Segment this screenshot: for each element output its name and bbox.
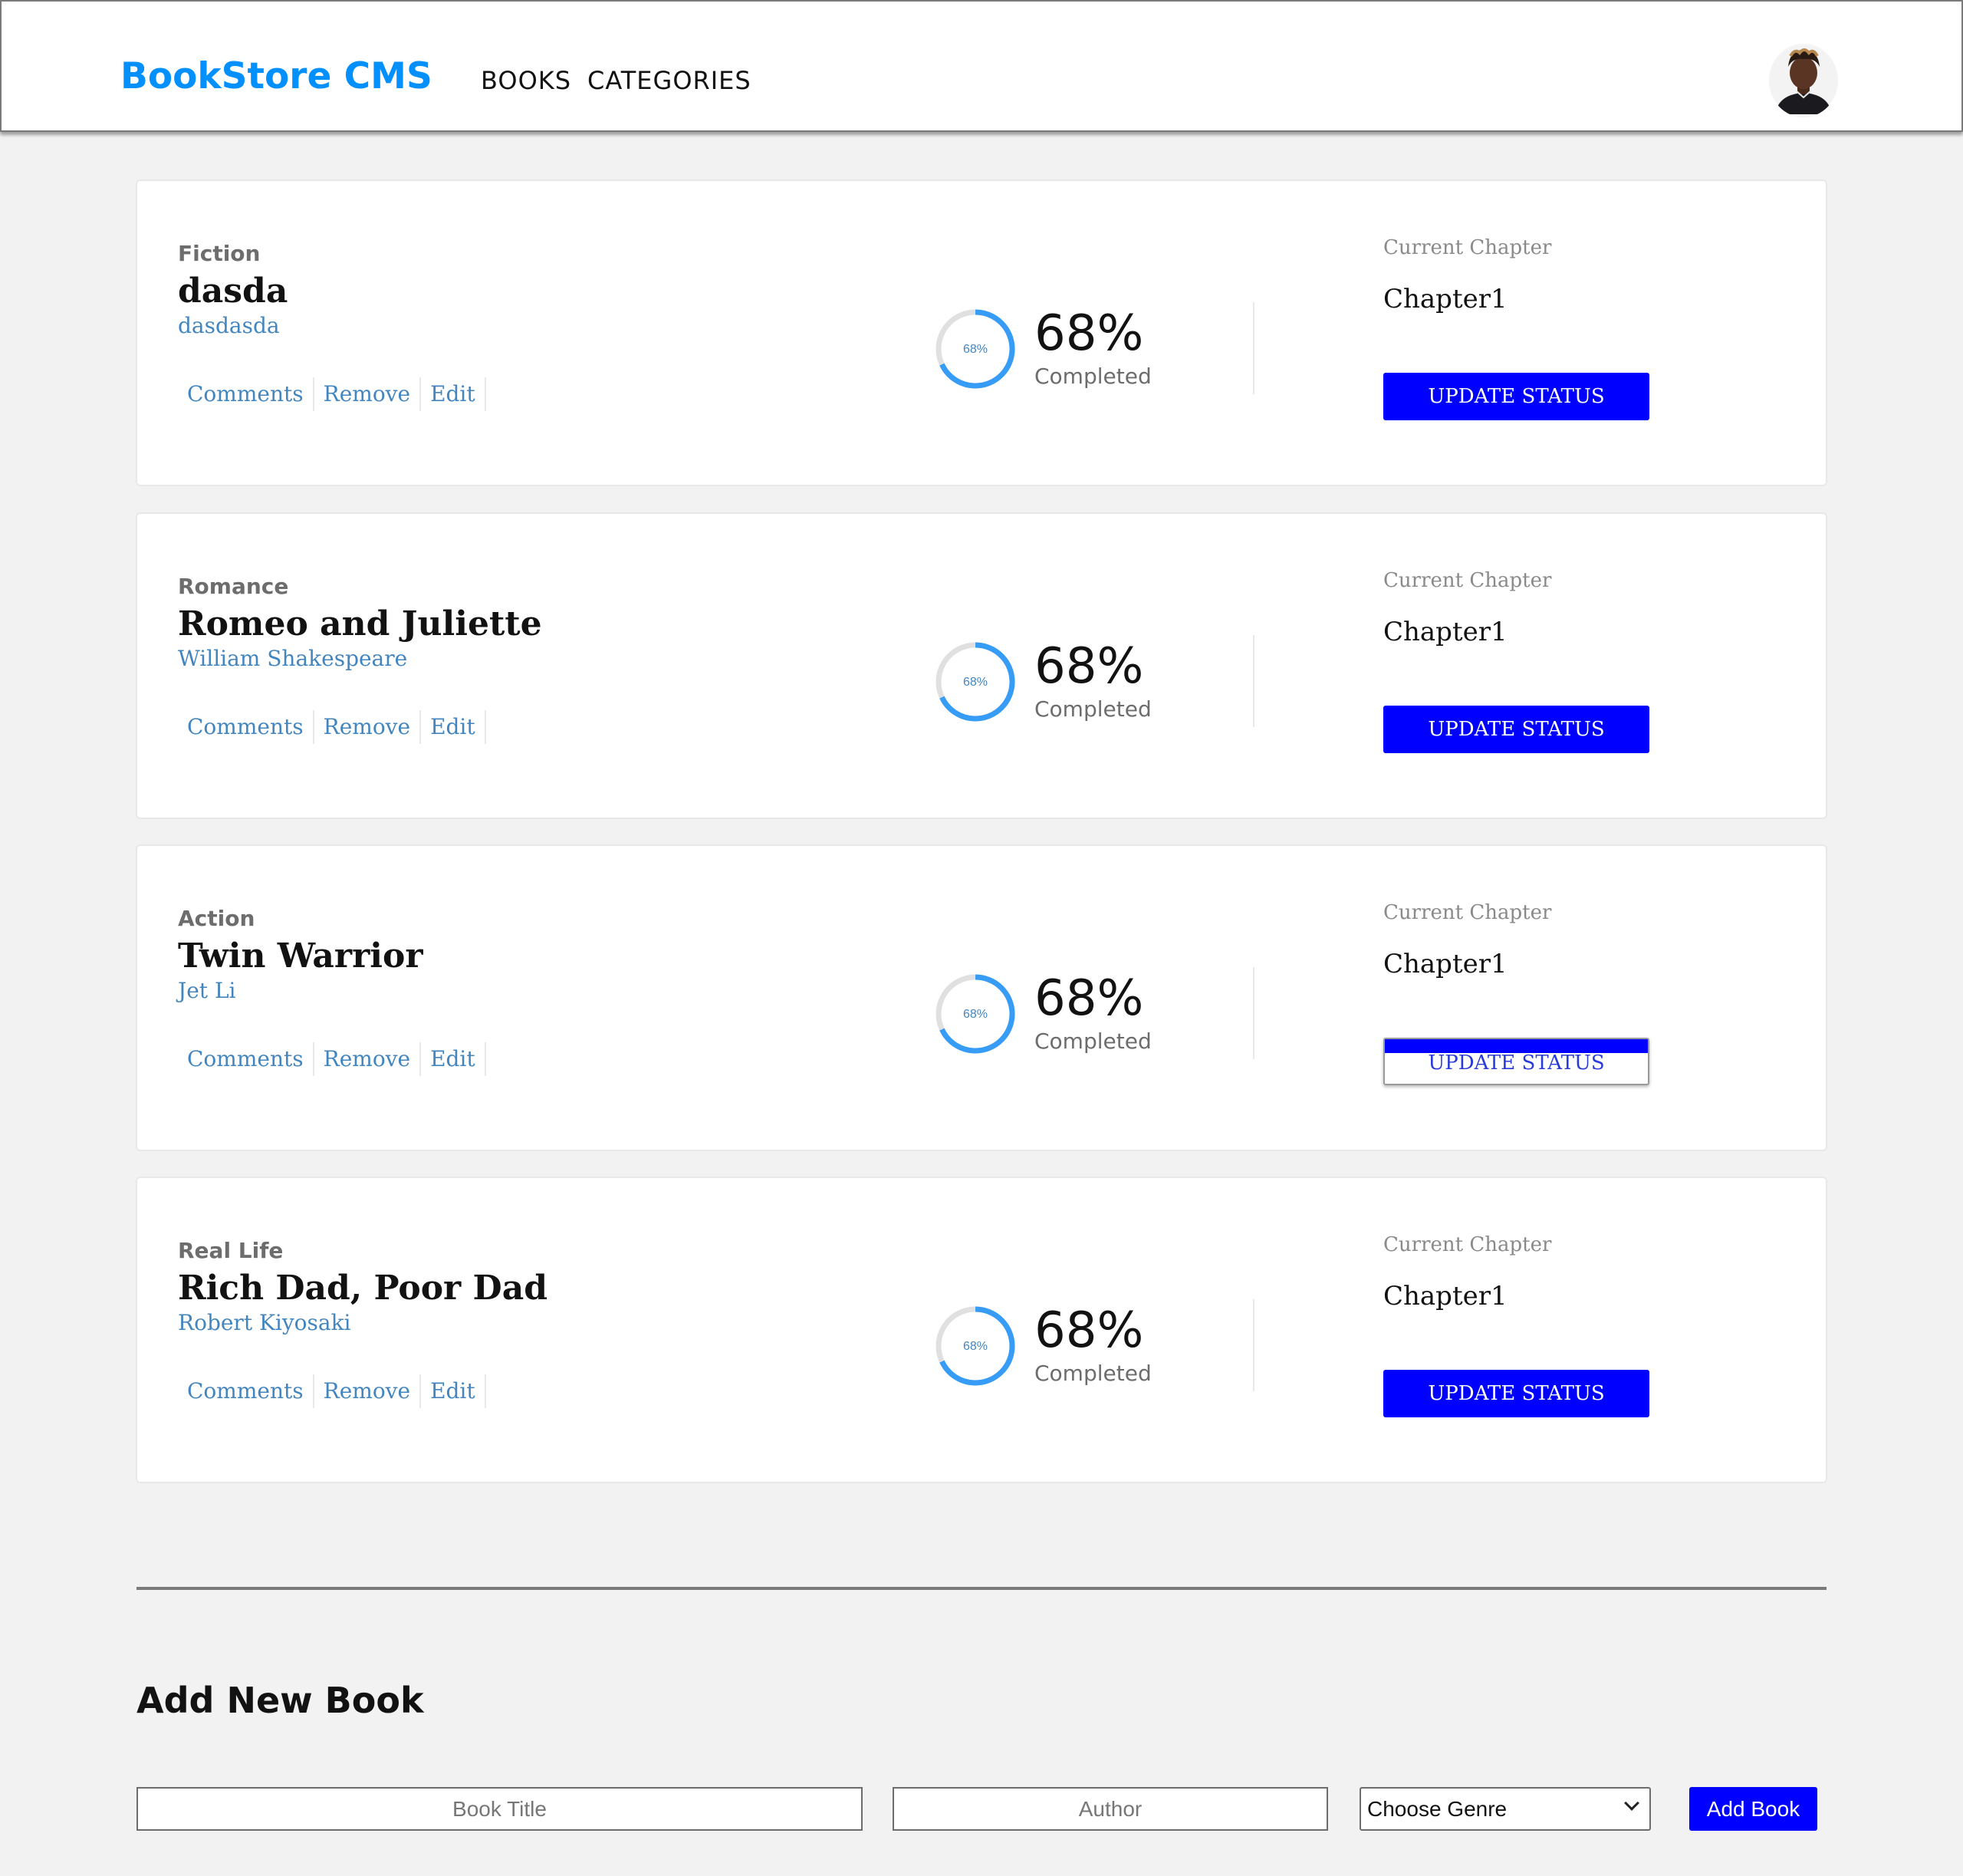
book-genre: Fiction xyxy=(178,241,261,266)
current-chapter-label: Current Chapter xyxy=(1383,901,1552,924)
current-chapter-label: Current Chapter xyxy=(1383,1233,1552,1256)
progress-ring: 68% xyxy=(935,309,1015,389)
book-author[interactable]: dasdasda xyxy=(178,313,280,338)
remove-button[interactable]: Remove xyxy=(314,1042,422,1076)
current-chapter-label: Current Chapter xyxy=(1383,236,1552,259)
nav-books-link[interactable]: BOOKS xyxy=(481,66,571,95)
book-title: Romeo and Juliette xyxy=(178,604,542,643)
remove-button[interactable]: Remove xyxy=(314,710,422,744)
book-genre: Romance xyxy=(178,574,289,599)
book-actions: Comments Remove Edit xyxy=(178,710,486,744)
app-logo[interactable]: BookStore CMS xyxy=(120,55,432,97)
current-chapter-value: Chapter1 xyxy=(1383,617,1508,647)
progress-ring-label: 68% xyxy=(963,676,988,689)
current-chapter-value: Chapter1 xyxy=(1383,949,1508,979)
current-chapter-value: Chapter1 xyxy=(1383,1281,1508,1312)
edit-button[interactable]: Edit xyxy=(421,1042,486,1076)
book-card: Action Twin Warrior Jet Li Comments Remo… xyxy=(136,844,1827,1151)
add-book-button[interactable]: Add Book xyxy=(1689,1787,1817,1831)
genre-select-value: Choose Genre xyxy=(1367,1797,1508,1821)
progress-ring: 68% xyxy=(935,974,1015,1054)
progress-ring-label: 68% xyxy=(963,1340,988,1353)
genre-select[interactable]: Choose Genre xyxy=(1360,1787,1651,1831)
card-divider xyxy=(1253,1299,1254,1391)
book-actions: Comments Remove Edit xyxy=(178,1374,486,1408)
comments-button[interactable]: Comments xyxy=(178,1374,314,1408)
progress-label: Completed xyxy=(1034,364,1152,389)
progress-label: Completed xyxy=(1034,696,1152,722)
author-input[interactable] xyxy=(893,1787,1328,1831)
book-genre: Action xyxy=(178,906,255,931)
book-title: Twin Warrior xyxy=(178,936,423,976)
book-title-input[interactable] xyxy=(136,1787,863,1831)
progress-ring-label: 68% xyxy=(963,1008,988,1021)
book-author[interactable]: Robert Kiyosaki xyxy=(178,1310,351,1335)
comments-button[interactable]: Comments xyxy=(178,1042,314,1076)
update-status-button[interactable]: UPDATE STATUS xyxy=(1383,373,1649,420)
book-title: Rich Dad, Poor Dad xyxy=(178,1269,547,1308)
edit-button[interactable]: Edit xyxy=(421,377,486,411)
remove-button[interactable]: Remove xyxy=(314,377,422,411)
remove-button[interactable]: Remove xyxy=(314,1374,422,1408)
card-divider xyxy=(1253,967,1254,1059)
book-title: dasda xyxy=(178,272,288,311)
book-actions: Comments Remove Edit xyxy=(178,1042,486,1076)
section-divider xyxy=(136,1587,1827,1590)
comments-button[interactable]: Comments xyxy=(178,377,314,411)
progress-ring-label: 68% xyxy=(963,343,988,356)
top-nav-bar: BookStore CMS BOOKS CATEGORIES xyxy=(0,0,1963,132)
progress-ring: 68% xyxy=(935,1306,1015,1386)
edit-button[interactable]: Edit xyxy=(421,710,486,744)
progress-label: Completed xyxy=(1034,1361,1152,1386)
current-chapter-label: Current Chapter xyxy=(1383,569,1552,592)
edit-button[interactable]: Edit xyxy=(421,1374,486,1408)
current-chapter-value: Chapter1 xyxy=(1383,284,1508,314)
book-author[interactable]: Jet Li xyxy=(178,978,236,1003)
add-book-heading: Add New Book xyxy=(136,1680,424,1721)
nav-categories-link[interactable]: CATEGORIES xyxy=(587,66,751,95)
progress-ring: 68% xyxy=(935,642,1015,722)
chevron-down-icon xyxy=(1624,1795,1639,1811)
book-card: Real Life Rich Dad, Poor Dad Robert Kiyo… xyxy=(136,1177,1827,1483)
progress-percent: 68% xyxy=(1034,638,1144,695)
progress-percent: 68% xyxy=(1034,305,1144,362)
progress-percent: 68% xyxy=(1034,1302,1144,1359)
book-actions: Comments Remove Edit xyxy=(178,377,486,411)
card-divider xyxy=(1253,302,1254,394)
update-status-button[interactable]: UPDATE STATUS xyxy=(1383,706,1649,753)
user-avatar-icon[interactable] xyxy=(1769,44,1838,117)
book-card: Romance Romeo and Juliette William Shake… xyxy=(136,512,1827,819)
book-card: Fiction dasda dasdasda Comments Remove E… xyxy=(136,179,1827,486)
book-genre: Real Life xyxy=(178,1238,284,1263)
book-author[interactable]: William Shakespeare xyxy=(178,646,407,671)
card-divider xyxy=(1253,635,1254,727)
progress-percent: 68% xyxy=(1034,970,1144,1027)
update-status-button[interactable]: UPDATE STATUS xyxy=(1383,1370,1649,1417)
update-status-button[interactable]: UPDATE STATUS xyxy=(1383,1038,1649,1085)
progress-label: Completed xyxy=(1034,1029,1152,1054)
comments-button[interactable]: Comments xyxy=(178,710,314,744)
